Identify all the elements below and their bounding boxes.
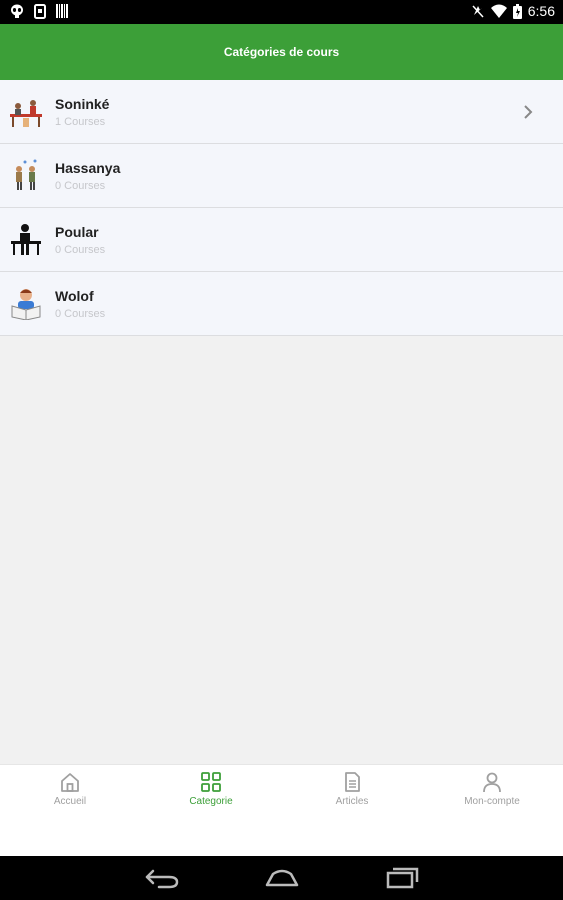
recent-apps-icon[interactable]: [386, 866, 420, 890]
category-item-wolof[interactable]: Wolof 0 Courses: [0, 272, 563, 336]
category-item-soninke[interactable]: Soninké 1 Courses: [0, 80, 563, 144]
nav-label: Accueil: [53, 796, 87, 807]
nav-categorie[interactable]: Categorie: [141, 771, 281, 807]
clock: 6:56: [527, 3, 555, 19]
category-course-count: 0 Courses: [55, 244, 106, 256]
category-name: Poular: [55, 224, 99, 240]
app-bar: Catégories de cours: [0, 24, 563, 80]
category-list: Soninké 1 Courses Hassanya 0 Courses Pou…: [0, 80, 563, 336]
system-navigation-bar: [0, 856, 563, 900]
people-talking-icon: [16, 159, 37, 190]
nav-accueil[interactable]: Accueil: [0, 771, 140, 807]
grid-icon: [201, 772, 221, 792]
back-icon[interactable]: [145, 866, 179, 890]
page-title: Catégories de cours: [223, 45, 340, 59]
category-course-count: 1 Courses: [55, 116, 106, 128]
person-at-desk-icon: [11, 224, 41, 255]
home-button-icon[interactable]: [264, 866, 300, 890]
category-name: Hassanya: [55, 160, 121, 176]
student-reading-icon: [11, 289, 41, 320]
nav-mon-compte[interactable]: Mon-compte: [422, 771, 562, 807]
category-item-poular[interactable]: Poular 0 Courses: [0, 208, 563, 272]
nav-label: Mon-compte: [464, 796, 520, 807]
category-item-hassanya[interactable]: Hassanya 0 Courses: [0, 144, 563, 208]
wifi-icon: [490, 4, 507, 18]
phone-screen-icon: [34, 4, 46, 19]
mute-icon: [472, 5, 484, 18]
classroom-icon: [10, 100, 42, 127]
home-icon: [61, 773, 79, 792]
user-icon: [483, 772, 501, 793]
category-name: Wolof: [55, 288, 94, 304]
barcode-icon: [56, 4, 68, 18]
category-name: Soninké: [55, 96, 110, 112]
document-icon: [345, 772, 360, 792]
nav-label: Categorie: [189, 796, 233, 807]
category-course-count: 0 Courses: [55, 308, 106, 320]
status-bar: 6:56: [0, 0, 563, 24]
category-course-count: 0 Courses: [55, 180, 106, 192]
nav-label: Articles: [335, 796, 369, 807]
alien-icon: [11, 4, 23, 18]
chevron-right-icon: [524, 105, 533, 119]
nav-articles[interactable]: Articles: [282, 771, 422, 807]
bottom-navigation: Accueil Categorie Articles Mon-compte: [0, 764, 563, 857]
battery-icon: [512, 3, 522, 19]
